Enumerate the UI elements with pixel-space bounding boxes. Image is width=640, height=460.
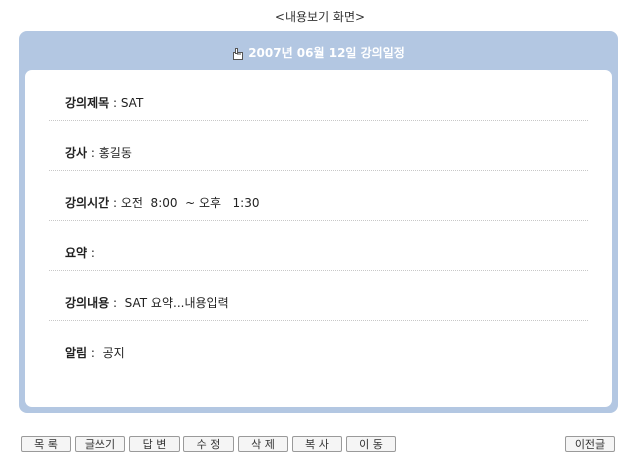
field-separator: : [87, 246, 99, 260]
field-separator: : [109, 296, 125, 310]
field-value: 홍길동 [98, 146, 132, 160]
field-label: 강의시간 [65, 196, 110, 210]
page-caption: <내용보기 화면> [274, 10, 366, 24]
reply-button[interactable]: 답 변 [129, 436, 180, 452]
field-value: 오전 8:00 ~ 오후 1:30 [120, 196, 260, 210]
field-row-instructor: 강사 : 홍길동 [49, 120, 588, 171]
field-label: 강의제목 [65, 96, 110, 110]
edit-button[interactable]: 수 정 [183, 436, 234, 452]
field-row-notice: 알림 : 공지 [49, 320, 588, 370]
previous-post-button[interactable]: 이전글 [565, 436, 615, 452]
hand-pointer-icon [232, 47, 244, 63]
schedule-panel: 2007년 06월 12일 강의일정 강의제목 : SAT 강사 : 홍길동 강… [19, 31, 618, 413]
field-value: SAT 요약...내용입력 [124, 296, 229, 310]
field-label: 요약 [65, 246, 88, 260]
panel-title-text: 2007년 06월 12일 강의일정 [248, 46, 405, 60]
field-separator: : [109, 196, 121, 210]
field-separator: : [109, 96, 121, 110]
field-separator: : [87, 146, 99, 160]
copy-button[interactable]: 복 사 [292, 436, 342, 452]
list-button[interactable]: 목 록 [21, 436, 71, 452]
field-value: SAT [120, 96, 144, 110]
write-button[interactable]: 글쓰기 [75, 436, 125, 452]
panel-title: 2007년 06월 12일 강의일정 [19, 44, 618, 63]
field-value: 공지 [102, 346, 125, 360]
field-label: 강사 [65, 146, 88, 160]
field-row-title: 강의제목 : SAT [49, 70, 588, 121]
field-row-time: 강의시간 : 오전 8:00 ~ 오후 1:30 [49, 170, 588, 221]
field-row-content: 강의내용 : SAT 요약...내용입력 [49, 270, 588, 321]
content-area: 강의제목 : SAT 강사 : 홍길동 강의시간 : 오전 8:00 ~ 오후 … [25, 70, 612, 407]
field-separator: : [87, 346, 103, 360]
move-button[interactable]: 이 동 [346, 436, 396, 452]
field-row-summary: 요약 : [49, 220, 588, 271]
field-label: 알림 [65, 346, 88, 360]
field-label: 강의내용 [65, 296, 110, 310]
delete-button[interactable]: 삭 제 [238, 436, 288, 452]
